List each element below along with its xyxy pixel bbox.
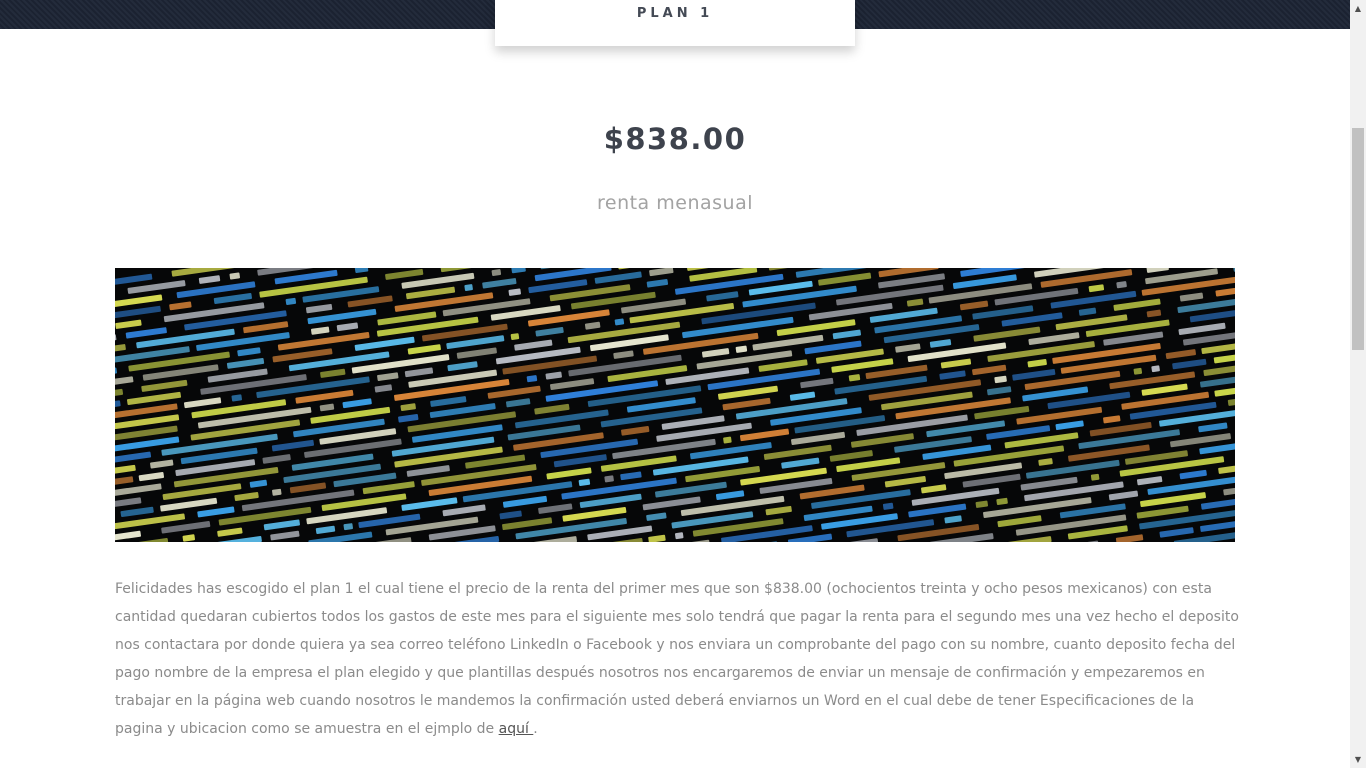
code-screenshot-image [115, 268, 1235, 542]
description-trailing: . [533, 721, 538, 737]
plan-tab-label: PLAN 1 [636, 6, 714, 21]
scroll-up-arrow-icon[interactable]: ▲ [1350, 0, 1366, 17]
scroll-down-arrow-icon[interactable]: ▼ [1350, 751, 1366, 768]
page: PLAN 1 $838.00 renta menasual Felicidade… [0, 0, 1366, 768]
plan-tab: PLAN 1 [495, 0, 855, 46]
vertical-scrollbar[interactable]: ▲ ▼ [1350, 0, 1366, 768]
plan-price: $838.00 [603, 122, 747, 156]
description-text: Felicidades has escogido el plan 1 el cu… [115, 581, 1239, 737]
plan-description: Felicidades has escogido el plan 1 el cu… [115, 575, 1240, 743]
price-caption: renta menasual [596, 192, 753, 214]
example-link[interactable]: aquí [499, 721, 534, 737]
scrollbar-thumb[interactable] [1352, 128, 1364, 350]
